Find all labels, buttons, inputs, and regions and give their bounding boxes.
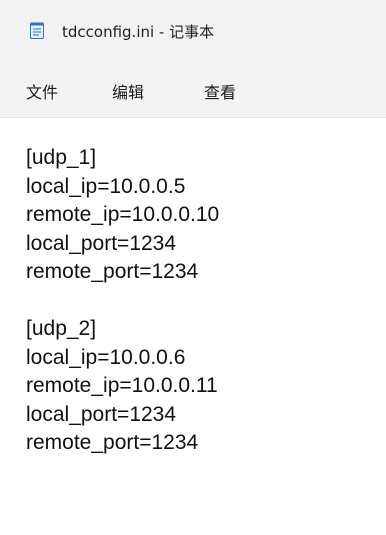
window-title: tdcconfig.ini - 记事本 (62, 23, 215, 41)
text-line: local_port=1234 (26, 231, 177, 255)
document-text[interactable]: [udp_1] local_ip=10.0.0.5 remote_ip=10.0… (26, 144, 219, 458)
notepad-icon (30, 22, 44, 39)
menu-file[interactable]: 文件 (24, 79, 60, 103)
text-line: [udp_1] (26, 146, 97, 169)
window-chrome: tdcconfig.ini - 记事本 文件 编辑 查看 (0, 0, 386, 117)
text-line: local_port=1234 (26, 402, 177, 426)
title-bar[interactable]: tdcconfig.ini - 记事本 (0, 0, 386, 60)
menu-edit[interactable]: 编辑 (110, 79, 146, 103)
text-line: remote_ip=10.0.0.11 (26, 374, 218, 397)
notepad-window: tdcconfig.ini - 记事本 文件 编辑 查看 [udp_1] loc… (0, 0, 386, 535)
text-line: [udp_2] (26, 317, 97, 340)
text-editor[interactable]: [udp_1] local_ip=10.0.0.5 remote_ip=10.0… (0, 118, 386, 535)
text-line: remote_port=1234 (26, 431, 199, 454)
text-line: remote_ip=10.0.0.10 (26, 203, 220, 226)
text-line: remote_port=1234 (26, 260, 199, 283)
text-line: local_ip=10.0.0.6 (26, 345, 186, 369)
text-line: local_ip=10.0.0.5 (26, 174, 186, 198)
menu-view[interactable]: 查看 (202, 79, 238, 103)
menu-bar: 文件 编辑 查看 (0, 60, 386, 117)
